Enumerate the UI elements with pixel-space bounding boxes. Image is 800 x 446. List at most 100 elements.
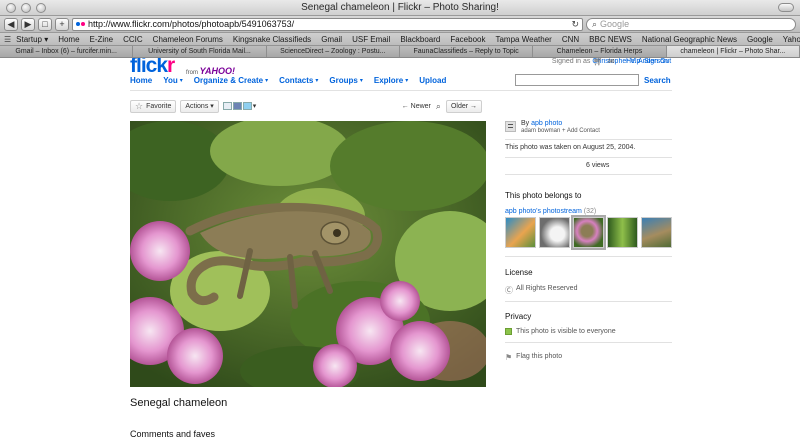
cart-icon[interactable]: 🛒︎: [593, 58, 603, 66]
thumbnail-current[interactable]: [571, 215, 606, 250]
bookmark-item[interactable]: Startup ▾: [11, 35, 53, 44]
window-titlebar: Senegal chameleon | Flickr – Photo Shari…: [0, 0, 800, 16]
bookmark-item[interactable]: CNN: [557, 35, 584, 44]
license-heading: License: [505, 268, 533, 277]
copyright-icon: Ⓒ: [505, 286, 513, 295]
bookmarks-bar: ☰ Startup ▾ Home E-Zine CCIC Chameleon F…: [0, 33, 800, 46]
bookmarks-button[interactable]: □: [38, 17, 52, 31]
bookmark-item[interactable]: Gmail: [316, 35, 347, 44]
help-link[interactable]: Help: [626, 58, 640, 65]
public-visibility-icon: [505, 328, 512, 335]
chevron-down-icon: ▾: [265, 78, 269, 84]
bookmark-item[interactable]: Home: [53, 35, 84, 44]
address-bar[interactable]: http://www.flickr.com/photos/photoapb/54…: [72, 17, 583, 31]
thumbnail[interactable]: [607, 217, 638, 248]
license-value[interactable]: Ⓒ All Rights Reserved: [505, 285, 577, 296]
nav-upload[interactable]: Upload: [419, 76, 457, 85]
flag-photo-link[interactable]: ⚑ Flag this photo: [505, 353, 562, 362]
nav-you[interactable]: You ▾: [163, 76, 194, 85]
share-menu[interactable]: ▾: [222, 102, 257, 110]
chevron-down-icon: ▾: [359, 78, 363, 84]
browser-search-field[interactable]: ⌕ Google: [586, 17, 796, 31]
add-bookmark-button[interactable]: +: [55, 17, 69, 31]
favorite-button[interactable]: ☆ Favorite: [130, 99, 177, 113]
header-divider: [130, 90, 672, 91]
bookmark-item[interactable]: E-Zine: [85, 35, 119, 44]
sidebar-divider: [505, 301, 672, 302]
photo-by-line: By apb photo: [521, 120, 563, 127]
tab-flickr-active[interactable]: chameleon | Flickr – Photo Shar...: [666, 46, 800, 57]
nav-home[interactable]: Home: [130, 76, 163, 85]
photostream-link[interactable]: apb photo's photostream (32): [505, 208, 596, 215]
owner-real-name: adam bowman: [521, 128, 561, 134]
chevron-down-icon: ▾: [405, 78, 409, 84]
browser-toolbar: ◀ ▶ □ + http://www.flickr.com/photos/pho…: [0, 16, 800, 33]
bookmark-item[interactable]: Chameleon Forums: [148, 35, 228, 44]
main-photo[interactable]: [130, 121, 486, 387]
flag-icon: ⚑: [505, 353, 513, 362]
sign-out-link[interactable]: Sign Out: [644, 58, 671, 65]
thumbnail[interactable]: [539, 217, 570, 248]
photo-action-bar: ☆ Favorite Actions ▾ ▾ ← Newer ⌕ Older →: [130, 99, 486, 113]
site-search-input[interactable]: [515, 74, 639, 86]
taken-date-text: This photo was taken on August 25, 2004.: [505, 144, 636, 151]
bookmark-item[interactable]: Tampa Weather: [490, 35, 556, 44]
tab-usf-mail[interactable]: University of South Florida Mail...: [133, 46, 267, 57]
back-button[interactable]: ◀: [4, 17, 18, 31]
zoom-icon[interactable]: ⌕: [436, 101, 441, 112]
nav-groups[interactable]: Groups ▾: [329, 76, 373, 85]
mail-icon[interactable]: ✉: [608, 58, 615, 66]
nav-contacts[interactable]: Contacts ▾: [279, 76, 329, 85]
url-text[interactable]: http://www.flickr.com/photos/photoapb/54…: [88, 19, 568, 29]
bookmark-item[interactable]: National Geographic News: [637, 35, 742, 44]
bookmark-item[interactable]: Blackboard: [395, 35, 445, 44]
tab-bar: Gmail – Inbox (6) – furcifer.min... Univ…: [0, 46, 800, 58]
twitter-share-icon[interactable]: [242, 102, 252, 110]
actions-menu-button[interactable]: Actions ▾: [180, 99, 219, 113]
from-yahoo-logo: from YAHOO!: [186, 66, 236, 76]
tab-gmail[interactable]: Gmail – Inbox (6) – furcifer.min...: [0, 46, 134, 57]
flickr-page: flickr from YAHOO! Signed in as Christop…: [0, 58, 800, 446]
bookmark-item[interactable]: BBC NEWS: [584, 35, 637, 44]
flickr-header: flickr from YAHOO! Signed in as Christop…: [0, 58, 800, 91]
tab-sciencedirect[interactable]: ScienceDirect – Zoology : Postu...: [266, 46, 400, 57]
bookmark-item[interactable]: Yahoo!: [778, 35, 800, 44]
bookmark-item[interactable]: USF Email: [347, 35, 395, 44]
facebook-share-icon[interactable]: [232, 102, 242, 110]
email-share-icon[interactable]: [222, 102, 232, 110]
flickr-logo[interactable]: flickr: [130, 58, 175, 78]
nav-explore[interactable]: Explore ▾: [374, 76, 419, 85]
search-icon: ⌕: [592, 18, 598, 29]
sidebar-divider: [505, 256, 672, 257]
tab-florida-herps[interactable]: Chameleon – Florida Herps: [533, 46, 667, 57]
belongs-heading: This photo belongs to: [505, 191, 582, 200]
photo-title: Senegal chameleon: [130, 397, 228, 409]
chevron-down-icon: ▾: [179, 78, 183, 84]
thumbnail[interactable]: [641, 217, 672, 248]
sidebar-divider: [505, 342, 672, 343]
bookmark-item[interactable]: Google: [742, 35, 778, 44]
nav-organize-create[interactable]: Organize & Create ▾: [194, 76, 279, 85]
toolbar-toggle-button[interactable]: [778, 3, 794, 12]
owner-link[interactable]: apb photo: [531, 120, 562, 127]
photostream-thumbnails: [505, 215, 672, 250]
show-all-bookmarks-icon[interactable]: ☰: [4, 35, 11, 44]
share-dropdown-caret[interactable]: ▾: [253, 102, 257, 110]
bookmark-item[interactable]: Kingsnake Classifieds: [228, 35, 316, 44]
reload-icon[interactable]: ↻: [571, 19, 579, 30]
owner-line: adam bowman + Add Contact: [521, 128, 600, 134]
bookmark-item[interactable]: CCIC: [118, 35, 148, 44]
browser-search-placeholder: Google: [600, 19, 630, 29]
tab-faunaclassifieds[interactable]: FaunaClassifieds – Reply to Topic: [399, 46, 534, 57]
newer-photo-link[interactable]: ← Newer: [402, 103, 431, 110]
owner-buddy-icon[interactable]: [505, 121, 516, 132]
site-search-button[interactable]: Search: [644, 76, 671, 85]
forward-button[interactable]: ▶: [21, 17, 35, 31]
older-photo-link[interactable]: Older →: [445, 99, 482, 113]
thumbnail[interactable]: [505, 217, 536, 248]
add-contact-link[interactable]: + Add Contact: [562, 128, 600, 134]
sidebar-divider: [505, 174, 672, 175]
privacy-value: This photo is visible to everyone: [505, 328, 616, 335]
star-icon: ☆: [135, 100, 144, 111]
bookmark-item[interactable]: Facebook: [445, 35, 490, 44]
